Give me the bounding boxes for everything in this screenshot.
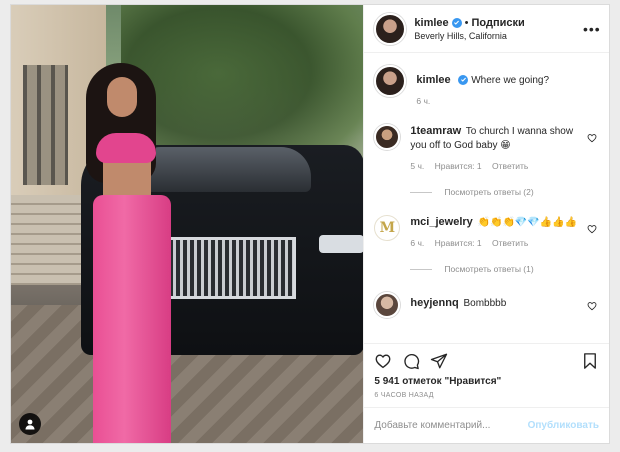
view-replies-button[interactable]: Посмотреть ответы (1) bbox=[410, 262, 587, 276]
bookmark-icon[interactable] bbox=[581, 352, 599, 370]
caption-text: Where we going? bbox=[471, 75, 550, 86]
author-avatar[interactable] bbox=[374, 12, 407, 45]
photo-windshield bbox=[131, 147, 311, 192]
user-tag-button[interactable] bbox=[19, 413, 41, 435]
heart-icon bbox=[587, 134, 597, 143]
reply-button[interactable]: Ответить bbox=[492, 238, 528, 248]
likes-count[interactable]: 5 941 отметок "Нравится" bbox=[374, 376, 599, 387]
comment-likes[interactable]: Нравится: 1 bbox=[435, 238, 482, 248]
comment-like-button[interactable] bbox=[587, 130, 599, 199]
comment-item: M mci_jewelry 👏👏👏💎💎👍👍👍 6 ч. Нравится: 1 … bbox=[374, 215, 599, 276]
comment-time: 6 ч. bbox=[410, 238, 425, 248]
replies-line bbox=[410, 268, 433, 270]
post-actions: 5 941 отметок "Нравится" 6 ЧАСОВ НАЗАД bbox=[364, 343, 609, 407]
view-replies-button[interactable]: Посмотреть ответы (2) bbox=[410, 185, 587, 199]
heart-icon[interactable] bbox=[374, 352, 392, 370]
avatar-initial: M bbox=[379, 220, 396, 236]
comment-like-button[interactable] bbox=[587, 298, 599, 318]
photo-grille bbox=[156, 237, 296, 299]
photo-headlight bbox=[319, 235, 364, 253]
add-comment-bar: Добавьте комментарий... Опубликовать bbox=[364, 407, 609, 443]
header-separator: • bbox=[464, 16, 469, 29]
reply-button[interactable]: Ответить bbox=[492, 161, 528, 171]
photo-window bbox=[23, 65, 68, 185]
comment-text: Bombbbb bbox=[463, 298, 507, 309]
post-photo[interactable] bbox=[11, 5, 364, 443]
comment-username[interactable]: 1teamraw bbox=[410, 125, 461, 137]
follow-status-button[interactable]: Подписки bbox=[472, 17, 525, 29]
author-username[interactable]: kimlee bbox=[414, 17, 448, 29]
share-icon[interactable] bbox=[430, 352, 448, 370]
commenter-avatar[interactable] bbox=[374, 124, 401, 150]
comment-username[interactable]: heyjennq bbox=[410, 297, 458, 309]
replies-line bbox=[410, 191, 433, 193]
photo-woman-top bbox=[96, 133, 156, 163]
photo-woman-face bbox=[107, 77, 137, 117]
comment-like-button[interactable] bbox=[587, 221, 599, 276]
publish-button[interactable]: Опубликовать bbox=[528, 420, 599, 431]
heart-icon bbox=[587, 225, 597, 234]
caption: kimlee Where we going? 6 ч. bbox=[374, 65, 599, 108]
post-time: 6 ЧАСОВ НАЗАД bbox=[374, 392, 434, 399]
more-options-icon[interactable]: ••• bbox=[583, 21, 600, 37]
photo-woman-pants bbox=[93, 195, 171, 443]
post-sidebar: kimlee • Подписки Beverly Hills, Califor… bbox=[363, 5, 609, 443]
comment-icon[interactable] bbox=[402, 352, 420, 370]
comment-time: 5 ч. bbox=[410, 161, 425, 171]
caption-avatar[interactable] bbox=[374, 65, 407, 97]
caption-username[interactable]: kimlee bbox=[416, 74, 450, 86]
post-location[interactable]: Beverly Hills, California bbox=[414, 31, 583, 41]
view-replies-label: Посмотреть ответы (1) bbox=[444, 264, 534, 274]
comments-list[interactable]: kimlee Where we going? 6 ч. 1teamraw To … bbox=[364, 53, 609, 343]
comment-input[interactable]: Добавьте комментарий... bbox=[374, 420, 527, 431]
instagram-post: kimlee • Подписки Beverly Hills, Califor… bbox=[10, 4, 610, 444]
heart-icon bbox=[587, 302, 597, 311]
comment-item: heyjennq Bombbbb bbox=[374, 292, 599, 318]
user-tag-icon bbox=[25, 419, 35, 430]
comment-likes[interactable]: Нравится: 1 bbox=[435, 161, 482, 171]
commenter-avatar[interactable]: M bbox=[374, 215, 401, 241]
comment-username[interactable]: mci_jewelry bbox=[410, 216, 472, 228]
caption-time: 6 ч. bbox=[416, 96, 431, 106]
commenter-avatar[interactable] bbox=[374, 292, 401, 318]
post-header: kimlee • Подписки Beverly Hills, Califor… bbox=[364, 5, 609, 53]
verified-icon bbox=[451, 17, 462, 28]
comment-item: 1teamraw To church I wanna show you off … bbox=[374, 124, 599, 199]
view-replies-label: Посмотреть ответы (2) bbox=[444, 187, 534, 197]
comment-text: 👏👏👏💎💎👍👍👍 bbox=[477, 217, 578, 228]
verified-icon bbox=[458, 74, 469, 85]
